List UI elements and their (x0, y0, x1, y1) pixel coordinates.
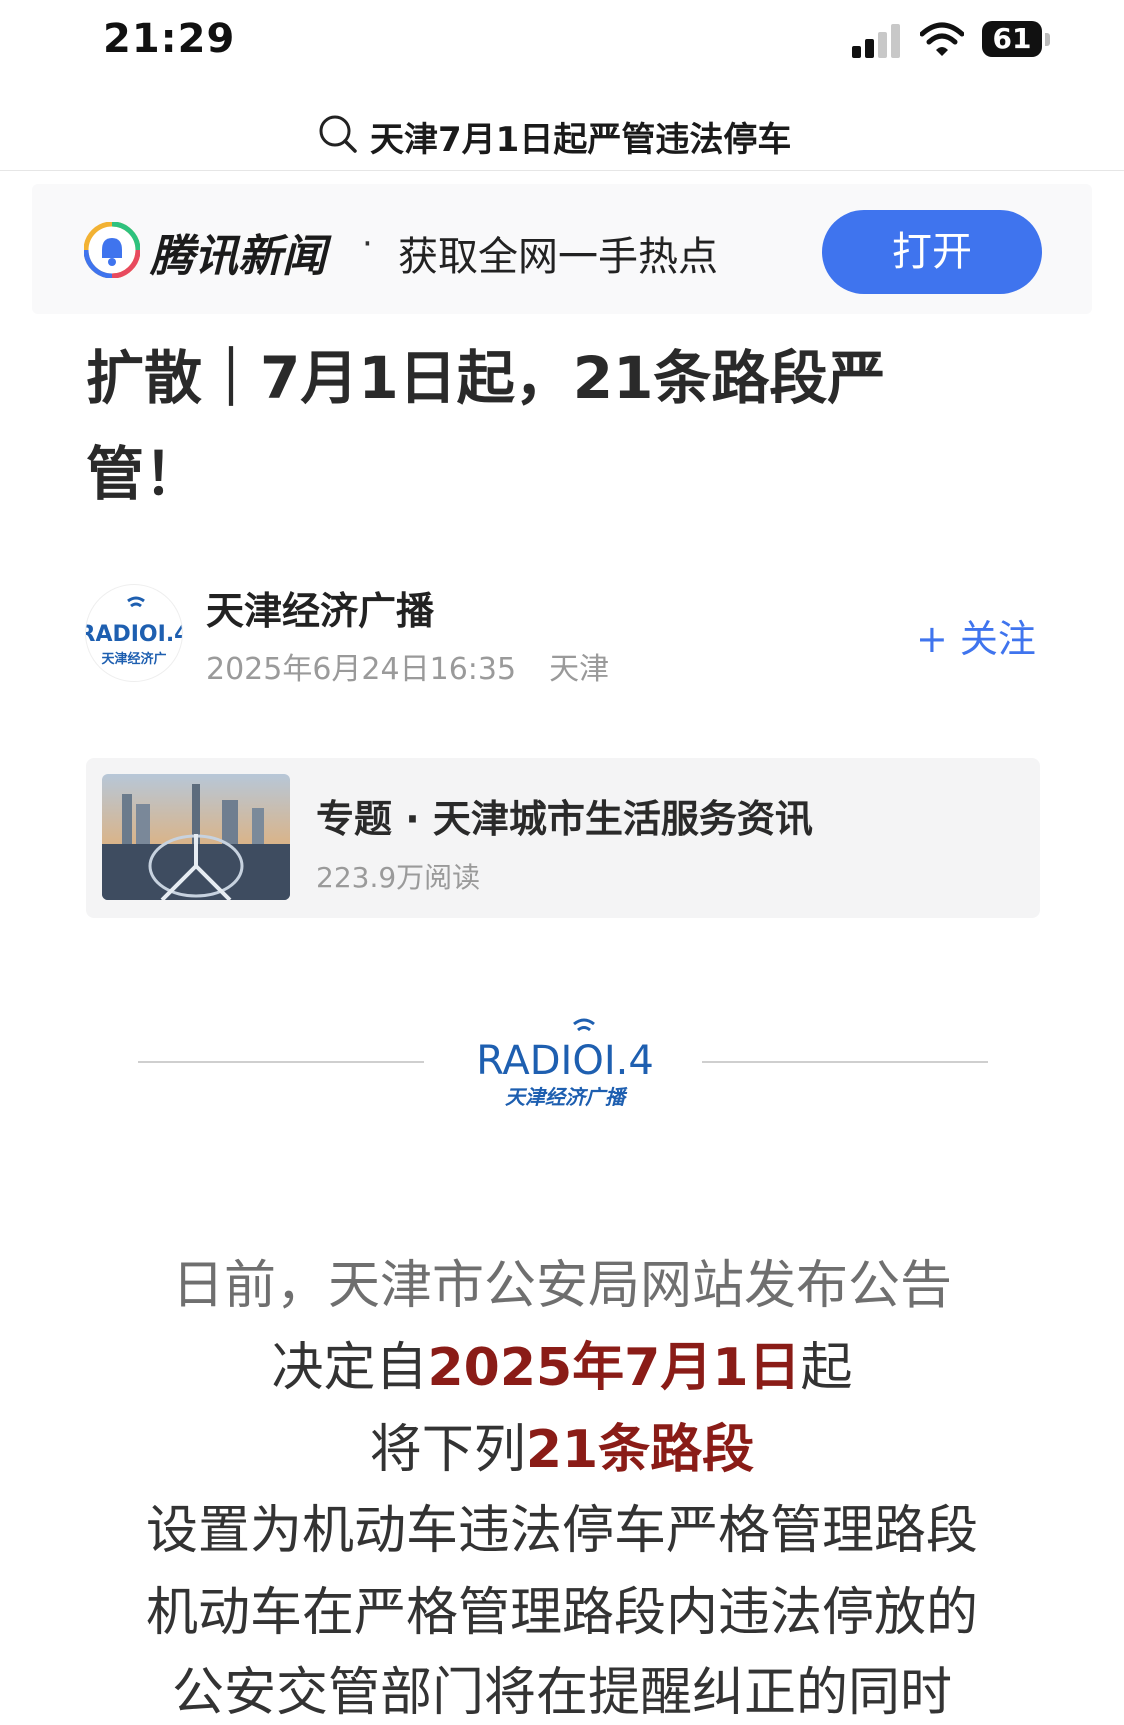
separator-dot: · (362, 224, 373, 264)
body-line-3: 将下列21条路段 (0, 1407, 1124, 1482)
publish-location: 天津 (549, 652, 610, 687)
author-name[interactable]: 天津经济广播 (206, 580, 434, 635)
author-avatar[interactable]: RADIOI.4 天津经济广 (86, 585, 182, 681)
title-line-2: 管！ (86, 440, 203, 508)
avatar-sub-text: 天津经济广 (101, 651, 166, 667)
article-title: 扩散｜7月1日起，21条路段严 管！ (86, 330, 986, 522)
radio-avatar-logo-icon: RADIOI.4 天津经济广 (86, 596, 182, 667)
topic-card[interactable]: 专题 · 天津城市生活服务资讯 223.9万阅读 (86, 758, 1040, 918)
body-line-4: 设置为机动车违法停车严格管理路段 (145, 1501, 978, 1561)
body-line-1: 日前，天津市公安局网站发布公告 (171, 1256, 952, 1316)
body-line-2-post: 起 (800, 1338, 853, 1398)
radio-brand-text: RADIOI.4 (476, 1038, 654, 1084)
battery-level: 61 (992, 22, 1032, 55)
status-time: 21:29 (103, 16, 236, 62)
topic-title: 专题 · 天津城市生活服务资讯 (316, 797, 813, 841)
body-line-3-pre: 将下列 (369, 1420, 526, 1480)
follow-button[interactable]: + 关注 (916, 608, 1036, 663)
avatar-brand-text: RADIOI.4 (86, 622, 182, 647)
effective-date: 2025年7月1日 (427, 1338, 801, 1398)
open-app-button[interactable]: 打开 (822, 210, 1042, 294)
radio-logo: RADIOI.4 天津经济广播 (476, 1018, 654, 1109)
publish-datetime: 2025年6月24日16:35 (206, 652, 517, 687)
search-query: 天津7月1日起严管违法停车 (370, 120, 792, 160)
topic-read-count: 223.9万阅读 (316, 861, 481, 894)
tencent-news-logo-icon (84, 222, 140, 278)
divider-right (702, 1061, 988, 1063)
battery-icon: 61 (982, 21, 1052, 59)
topic-thumbnail (102, 774, 290, 900)
divider-left (138, 1061, 424, 1063)
app-slogan: 获取全网一手热点 (398, 234, 718, 280)
body-line-2: 决定自2025年7月1日起 (0, 1325, 1124, 1400)
search-bar[interactable]: 天津7月1日起严管违法停车 (0, 100, 1124, 171)
cellular-signal-icon (852, 24, 900, 58)
road-count: 21条路段 (525, 1420, 755, 1480)
author-meta: 2025年6月24日16:35 天津 (206, 644, 609, 688)
body-line-6: 公安交管部门将在提醒纠正的同时 (171, 1663, 952, 1723)
body-line-2-pre: 决定自 (271, 1338, 428, 1398)
search-icon (319, 115, 357, 153)
title-line-1: 扩散｜7月1日起，21条路段严 (86, 344, 886, 412)
body-line-5: 机动车在严格管理路段内违法停放的 (145, 1583, 978, 1643)
app-name: 腾讯新闻 (150, 231, 326, 282)
wifi-icon (920, 22, 964, 56)
app-promo-banner: 腾讯新闻 · 获取全网一手热点 打开 (32, 184, 1092, 314)
radio-subtitle-text: 天津经济广播 (505, 1085, 628, 1109)
